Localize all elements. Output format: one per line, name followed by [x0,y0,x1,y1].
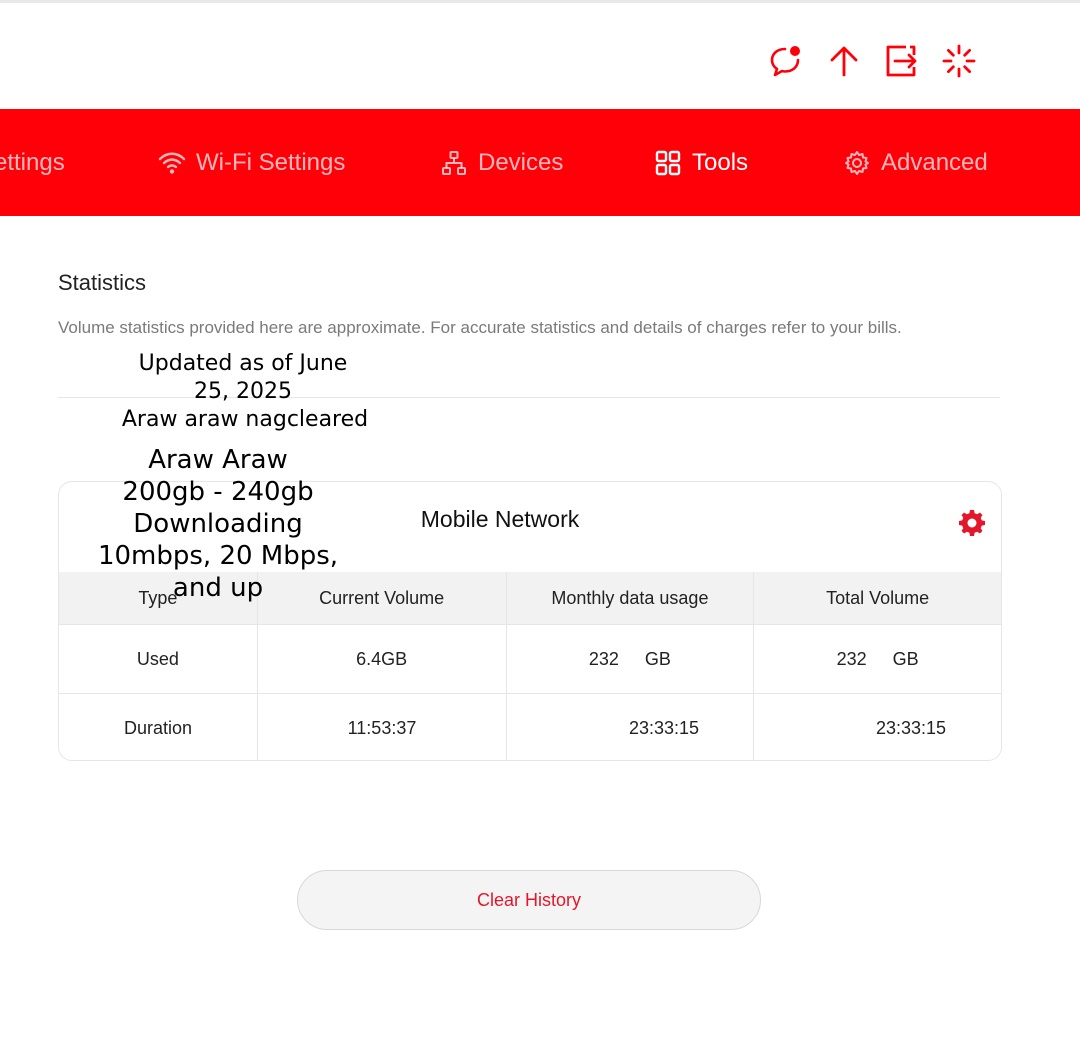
clear-history-label: Clear History [476,889,582,910]
overlay-line: and up [172,573,264,603]
nav-item-label: Advanced [881,148,988,176]
overlay-note-date: Updated as of June 25, 2025 [98,350,388,406]
top-bar [0,3,1080,109]
overlay-line: Araw araw nagcleared [121,407,369,432]
nav-item-label: Wi-Fi Settings [196,148,346,176]
overlay-line: 25, 2025 [194,379,292,404]
row-type: Used [136,648,179,669]
nav-item-wifi-settings[interactable]: Wi-Fi Settings [158,109,345,216]
monthly-usage-unit: GB [644,648,671,669]
nav-item-label: ettings [0,148,65,176]
message-alert-icon[interactable] [768,43,804,79]
total-volume-cell: 232 GB [753,625,1001,693]
overlay-line: 200gb - 240gb [122,477,314,507]
monthly-duration-value: 23:33:15 [506,694,753,760]
nav-item-devices[interactable]: Devices [440,109,563,216]
clear-history-button[interactable]: Clear History [297,870,761,930]
overlay-line: Downloading [133,509,303,539]
gear-icon[interactable] [959,510,985,536]
current-volume-value: 6.4GB [256,625,506,693]
monthly-usage-value: 232 [588,648,619,669]
overlay-note-cleared: Araw araw nagcleared [90,406,400,434]
gear-icon [843,149,871,177]
row-type: Duration [123,717,193,738]
wifi-icon [158,149,186,177]
grid-icon [654,149,682,177]
total-volume-value: 232 [836,648,867,669]
total-duration-value: 23:33:15 [753,694,1000,760]
total-volume-unit: GB [892,648,919,669]
table-row: Used 6.4GB 232 GB 232 GB [59,624,1001,693]
overlay-line: Updated as of June [138,351,348,376]
logout-icon[interactable] [884,43,920,79]
table-row: Duration 11:53:37 23:33:15 23:33:15 [59,693,1001,760]
nav-item-label: Devices [478,148,564,176]
overlay-line: 10mbps, 20 Mbps, [97,541,339,571]
loading-spinner-icon[interactable] [941,43,977,79]
nav-item-settings[interactable]: ettings [0,109,65,216]
current-duration-value: 11:53:37 [257,694,506,760]
main-navigation: ettings Wi-Fi Settings Devices Tools Adv… [0,109,1080,216]
network-icon [440,149,468,177]
upload-icon[interactable] [826,43,862,79]
overlay-note-usage: Araw Araw 200gb - 240gb Downloading 10mb… [88,444,348,604]
monthly-usage-cell: 232 GB [505,625,754,693]
column-header-total-volume: Total Volume [753,572,1001,624]
nav-item-tools[interactable]: Tools [654,109,748,216]
page-description: Volume statistics provided here are appr… [58,318,902,337]
column-header-monthly-data-usage: Monthly data usage [505,572,754,624]
nav-item-label: Tools [692,148,749,176]
nav-item-advanced[interactable]: Advanced [843,109,988,216]
page-title: Statistics [58,270,147,295]
overlay-line: Araw Araw [148,445,288,475]
